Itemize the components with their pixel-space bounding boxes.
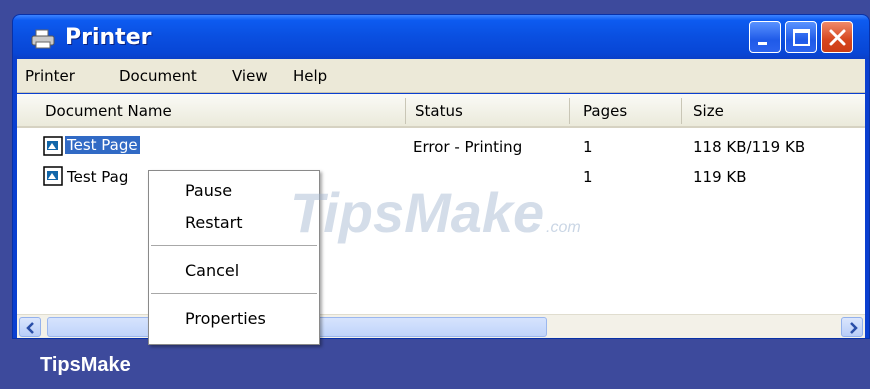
printer-window: Printer Printer Document View Help Docum… — [12, 14, 870, 339]
window-title: Printer — [65, 25, 152, 50]
close-button[interactable] — [821, 21, 853, 53]
horizontal-scrollbar[interactable] — [17, 314, 865, 338]
menu-separator — [151, 245, 317, 246]
list-header: Document Name Status Pages Size — [17, 94, 865, 128]
menu-item-cancel[interactable]: Cancel — [185, 261, 239, 280]
column-divider[interactable] — [569, 98, 570, 124]
scroll-left-button[interactable] — [19, 317, 41, 337]
maximize-icon — [793, 29, 810, 46]
menu-help[interactable]: Help — [293, 67, 327, 85]
column-document-name[interactable]: Document Name — [45, 102, 172, 120]
column-pages[interactable]: Pages — [583, 102, 627, 120]
column-divider[interactable] — [681, 98, 682, 124]
menu-item-properties[interactable]: Properties — [185, 309, 266, 328]
column-status[interactable]: Status — [415, 102, 463, 120]
column-divider[interactable] — [405, 98, 406, 124]
size-cell: 118 KB/119 KB — [693, 138, 806, 156]
print-document-icon — [43, 136, 63, 156]
menu-document[interactable]: Document — [119, 67, 197, 85]
footer-brand: TipsMake — [40, 354, 131, 376]
pages-cell: 1 — [583, 138, 593, 156]
maximize-button[interactable] — [785, 21, 817, 53]
document-name-cell: Test Page — [65, 136, 140, 154]
status-cell: Error - Printing — [413, 138, 523, 156]
close-icon — [829, 29, 846, 46]
size-cell: 119 KB — [693, 168, 747, 186]
menu-bar: Printer Document View Help — [17, 59, 865, 93]
chevron-right-icon — [850, 322, 858, 334]
column-size[interactable]: Size — [693, 102, 724, 120]
menu-printer[interactable]: Printer — [25, 67, 75, 85]
title-bar[interactable]: Printer — [13, 15, 869, 59]
chevron-left-icon — [26, 322, 34, 334]
scroll-right-button[interactable] — [841, 317, 863, 337]
menu-view[interactable]: View — [232, 67, 268, 85]
menu-separator — [151, 293, 317, 294]
print-queue-list: Document Name Status Pages Size Test Pag… — [17, 94, 865, 338]
menu-item-restart[interactable]: Restart — [185, 213, 243, 232]
document-name-selected: Test Page — [65, 136, 140, 154]
print-document-icon — [43, 166, 63, 186]
document-name-cell: Test Pag — [67, 168, 129, 186]
menu-item-pause[interactable]: Pause — [185, 181, 232, 200]
context-menu: Pause Restart Cancel Properties — [148, 170, 320, 345]
minimize-icon — [758, 42, 767, 45]
printer-icon — [31, 29, 55, 49]
minimize-button[interactable] — [749, 21, 781, 53]
pages-cell: 1 — [583, 168, 593, 186]
